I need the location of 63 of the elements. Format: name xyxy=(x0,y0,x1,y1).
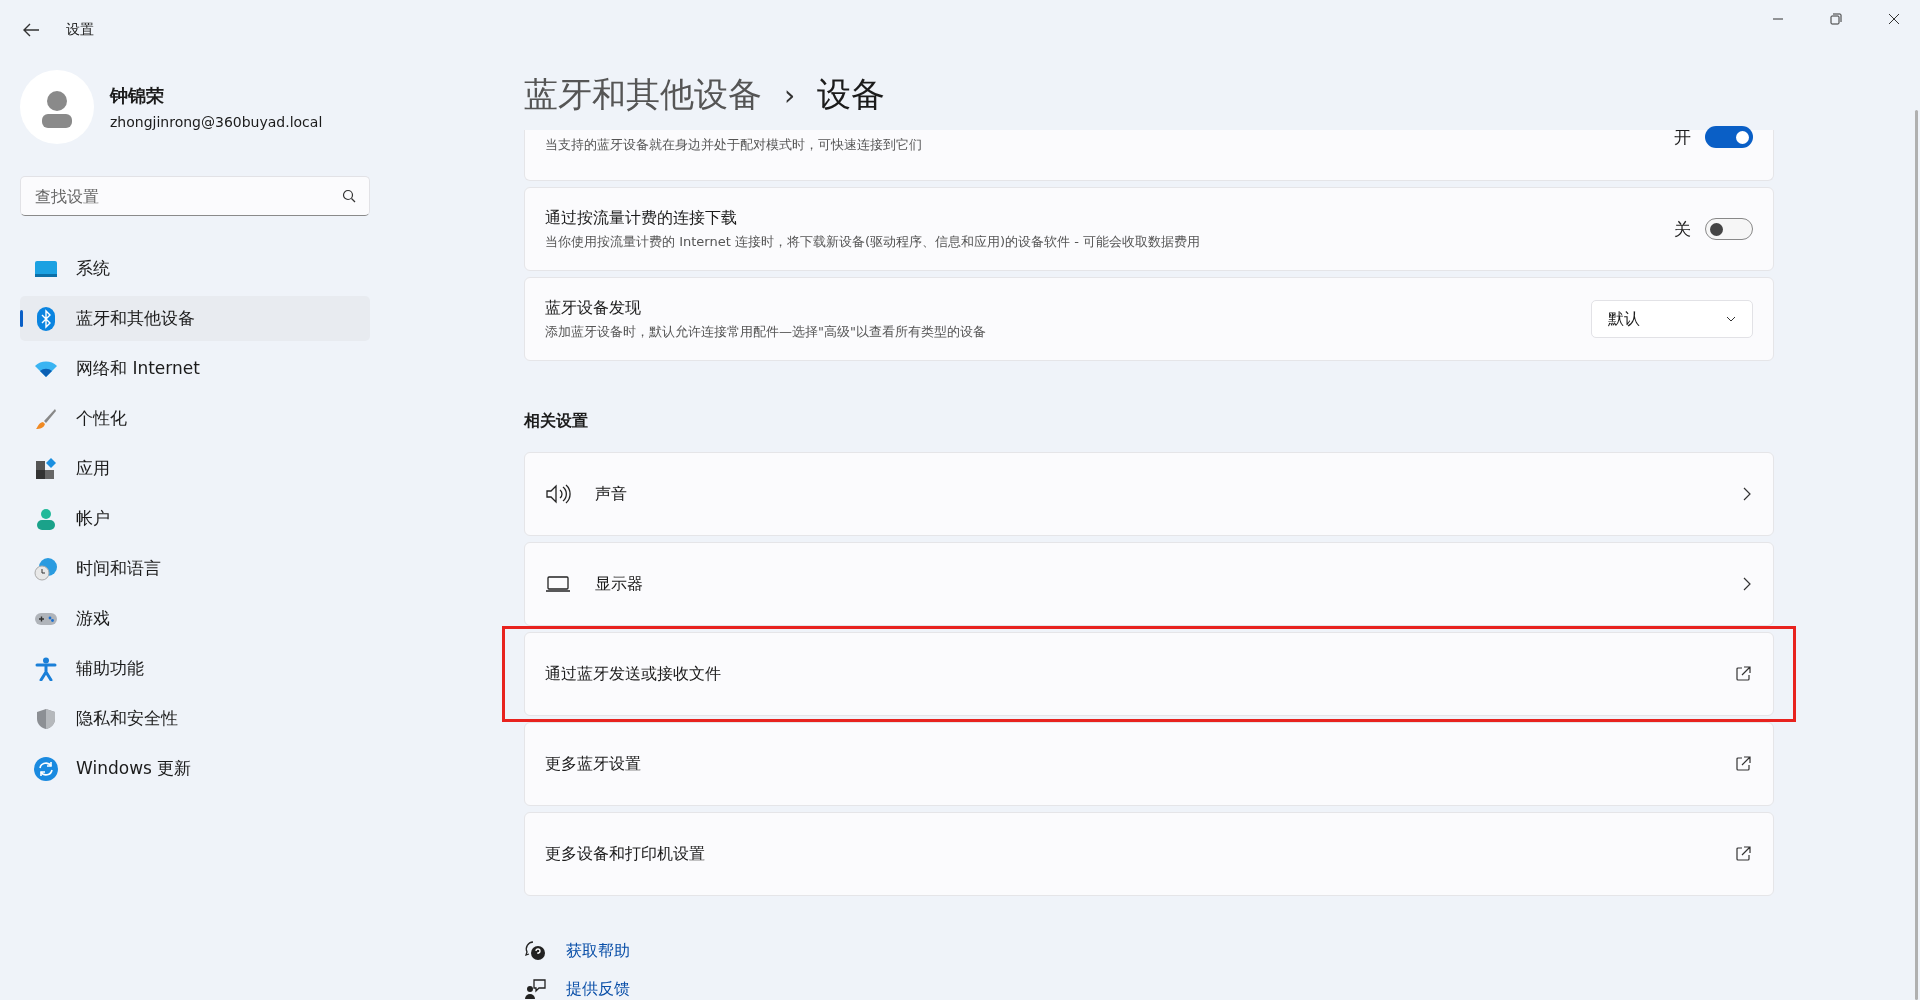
avatar-icon xyxy=(20,70,94,144)
toggle-state-label: 开 xyxy=(1674,126,1691,149)
help-chat-icon xyxy=(524,940,546,962)
window-title: 设置 xyxy=(66,21,94,39)
laptop-icon xyxy=(545,575,571,593)
shield-icon xyxy=(34,707,58,730)
related-setting-item[interactable]: 更多蓝牙设置 xyxy=(524,722,1774,806)
sidebar-item[interactable]: 游戏 xyxy=(20,596,370,641)
search-icon[interactable] xyxy=(342,189,356,203)
help-link[interactable]: 提供反馈 xyxy=(566,978,630,1000)
setting-description: 当你使用按流量计费的 Internet 连接时，将下载新设备(驱动程序、信息和应用)的设备软件 - 可能会收取数据费用 xyxy=(545,232,1201,251)
breadcrumb-separator: › xyxy=(784,78,796,112)
refresh-icon xyxy=(34,756,58,781)
setting-title: 通过按流量计费的连接下载 xyxy=(545,207,738,229)
setting-description: 当支持的蓝牙设备就在身边并处于配对模式时，可快速连接到它们 xyxy=(545,136,923,154)
sidebar-item[interactable]: 个性化 xyxy=(20,396,370,441)
related-setting-item[interactable]: 通过蓝牙发送或接收文件 xyxy=(524,632,1774,716)
monitor-icon xyxy=(34,258,58,279)
external-link-icon xyxy=(1735,666,1751,682)
setting-description: 添加蓝牙设备时，默认允许连接常用配件—选择"高级"以查看所有类型的设备 xyxy=(545,322,987,341)
section-heading: 相关设置 xyxy=(524,411,589,432)
related-setting-item[interactable]: 更多设备和打印机设置 xyxy=(524,812,1774,896)
toggle-switch[interactable] xyxy=(1705,126,1753,148)
related-setting-item[interactable]: 声音 xyxy=(524,452,1774,536)
chevron-down-icon xyxy=(1726,316,1736,322)
external-link-icon xyxy=(1735,846,1751,862)
related-setting-item[interactable]: 显示器 xyxy=(524,542,1774,626)
back-icon[interactable] xyxy=(22,23,40,37)
brush-icon xyxy=(34,407,58,430)
feedback-icon xyxy=(524,978,546,1000)
restore-icon[interactable] xyxy=(1830,13,1842,25)
sidebar-item[interactable]: 帐户 xyxy=(20,496,370,541)
external-link-icon xyxy=(1735,756,1751,772)
close-icon[interactable] xyxy=(1888,13,1900,25)
accessibility-icon xyxy=(34,656,58,681)
globe-clock-icon xyxy=(34,556,58,581)
wifi-icon xyxy=(34,359,58,378)
chevron-right-icon xyxy=(1743,577,1751,591)
sidebar-item[interactable]: 隐私和安全性 xyxy=(20,696,370,741)
scrollbar[interactable] xyxy=(1915,110,1918,1000)
toggle-state-label: 关 xyxy=(1674,217,1691,241)
bluetooth-icon xyxy=(34,306,58,331)
sidebar-item[interactable]: 辅助功能 xyxy=(20,646,370,691)
breadcrumb-parent[interactable]: 蓝牙和其他设备 xyxy=(524,72,762,118)
person-icon xyxy=(34,507,58,530)
sidebar-item[interactable]: 蓝牙和其他设备 xyxy=(20,296,370,341)
sidebar-item[interactable]: 时间和语言 xyxy=(20,546,370,591)
sidebar-item[interactable]: 应用 xyxy=(20,446,370,491)
dropdown[interactable]: 默认 xyxy=(1591,300,1753,338)
chevron-right-icon xyxy=(1743,487,1751,501)
toggle-switch[interactable] xyxy=(1705,218,1753,240)
sidebar-item[interactable]: Windows 更新 xyxy=(20,746,370,791)
page-title: 设备 xyxy=(817,73,886,116)
user-name: 钟锦荣 xyxy=(110,84,165,108)
user-email: zhongjinrong@360buyad.local xyxy=(110,114,323,130)
speaker-icon xyxy=(545,484,571,504)
help-link[interactable]: 获取帮助 xyxy=(566,940,630,962)
setting-title: 蓝牙设备发现 xyxy=(545,297,642,319)
gamepad-icon xyxy=(34,610,58,627)
apps-icon xyxy=(34,457,58,480)
sidebar-item[interactable]: 网络和 Internet xyxy=(20,346,370,391)
search-field[interactable]: 查找设置 xyxy=(20,176,370,216)
sidebar-item[interactable]: 系统 xyxy=(20,246,370,291)
